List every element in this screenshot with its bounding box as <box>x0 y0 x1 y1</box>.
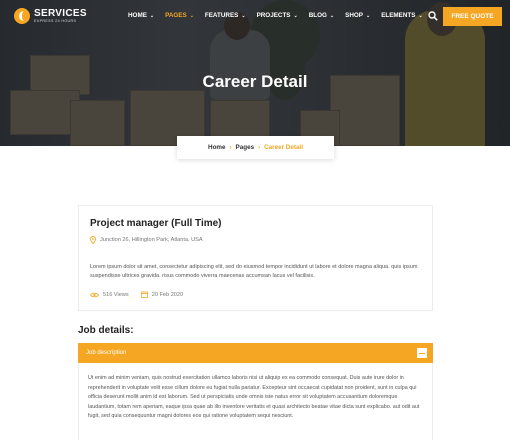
chevron-down-icon: ⌄ <box>149 12 155 19</box>
job-description-accordion[interactable]: Job description <box>78 343 433 363</box>
job-meta: 516 Views 20 Feb 2020 <box>90 291 183 298</box>
nav-label: FEATURES <box>204 12 239 19</box>
chevron-down-icon: ⌄ <box>365 12 371 19</box>
chevron-down-icon: ⌄ <box>293 12 298 19</box>
date-text: 20 Feb 2020 <box>151 291 184 298</box>
job-summary: Lorem ipsum dolor sit amet, consectetur … <box>90 264 418 279</box>
nav-item-pages[interactable]: PAGES ⌄ <box>165 12 194 19</box>
nav-label: PROJECTS <box>256 12 291 19</box>
search-icon[interactable] <box>428 11 438 21</box>
logo-icon <box>14 8 30 24</box>
map-pin-icon <box>90 236 96 244</box>
nav-item-projects[interactable]: PROJECTS ⌄ <box>257 12 298 19</box>
job-description-text: Ut enim ad minim veniam, quis nostrud ex… <box>88 375 420 419</box>
page-title: Career Detail <box>202 72 308 91</box>
nav-label: SHOP <box>345 12 363 19</box>
accordion-title: Job description <box>86 350 127 356</box>
nav-item-home[interactable]: HOME ⌄ <box>128 12 154 19</box>
calendar-icon <box>140 291 148 298</box>
nav-item-features[interactable]: FEATURES ⌄ <box>205 12 246 19</box>
post-date: 20 Feb 2020 <box>140 291 184 298</box>
main-nav: HOME ⌄ PAGES ⌄ FEATURES ⌄ PROJECTS ⌄ BLOG ⌄ S… <box>128 12 434 19</box>
chevron-down-icon: ⌄ <box>241 12 246 19</box>
chevron-right-icon: › <box>258 144 261 151</box>
nav-item-blog[interactable]: BLOG ⌄ <box>309 12 334 19</box>
nav-label: HOME <box>128 12 147 19</box>
collapse-icon[interactable] <box>417 348 427 358</box>
nav-label: ELEMENTS <box>381 12 416 19</box>
job-card: Project manager (Full Time) Junction 26,… <box>78 205 433 311</box>
views-text: 516 Views <box>103 291 129 298</box>
nav-label: BLOG <box>308 12 327 19</box>
site-logo[interactable]: SERVICES EXPRESS 24 HOURS <box>14 8 87 24</box>
job-details-heading: Job details: <box>78 325 134 336</box>
job-location: Junction 26, Hillington Park, Atlanta, U… <box>90 236 203 244</box>
breadcrumb-pages[interactable]: Pages <box>236 144 255 151</box>
nav-item-elements[interactable]: ELEMENTS ⌄ <box>381 12 423 19</box>
logo-subtitle: EXPRESS 24 HOURS <box>34 18 77 23</box>
chevron-down-icon: ⌄ <box>418 12 423 19</box>
job-location-text: Junction 26, Hillington Park, Atlanta, U… <box>100 237 203 243</box>
views-count: 516 Views <box>90 291 129 298</box>
breadcrumb-current: Career Detail <box>264 144 303 151</box>
chevron-down-icon: ⌄ <box>189 12 194 19</box>
nav-item-shop[interactable]: SHOP ⌄ <box>345 12 370 19</box>
eye-icon <box>90 292 99 297</box>
accordion-content: Ut enim ad minim veniam, quis nostrud ex… <box>78 363 433 440</box>
logo-title: SERVICES <box>34 7 87 19</box>
nav-label: PAGES <box>165 12 187 19</box>
breadcrumb: Home › Pages › Career Detail <box>177 136 334 159</box>
chevron-down-icon: ⌄ <box>329 12 335 19</box>
breadcrumb-home[interactable]: Home <box>208 144 226 151</box>
job-title: Project manager (Full Time) <box>90 218 222 229</box>
chevron-right-icon: › <box>229 144 232 151</box>
free-quote-button[interactable]: FREE QUOTE <box>443 7 502 26</box>
